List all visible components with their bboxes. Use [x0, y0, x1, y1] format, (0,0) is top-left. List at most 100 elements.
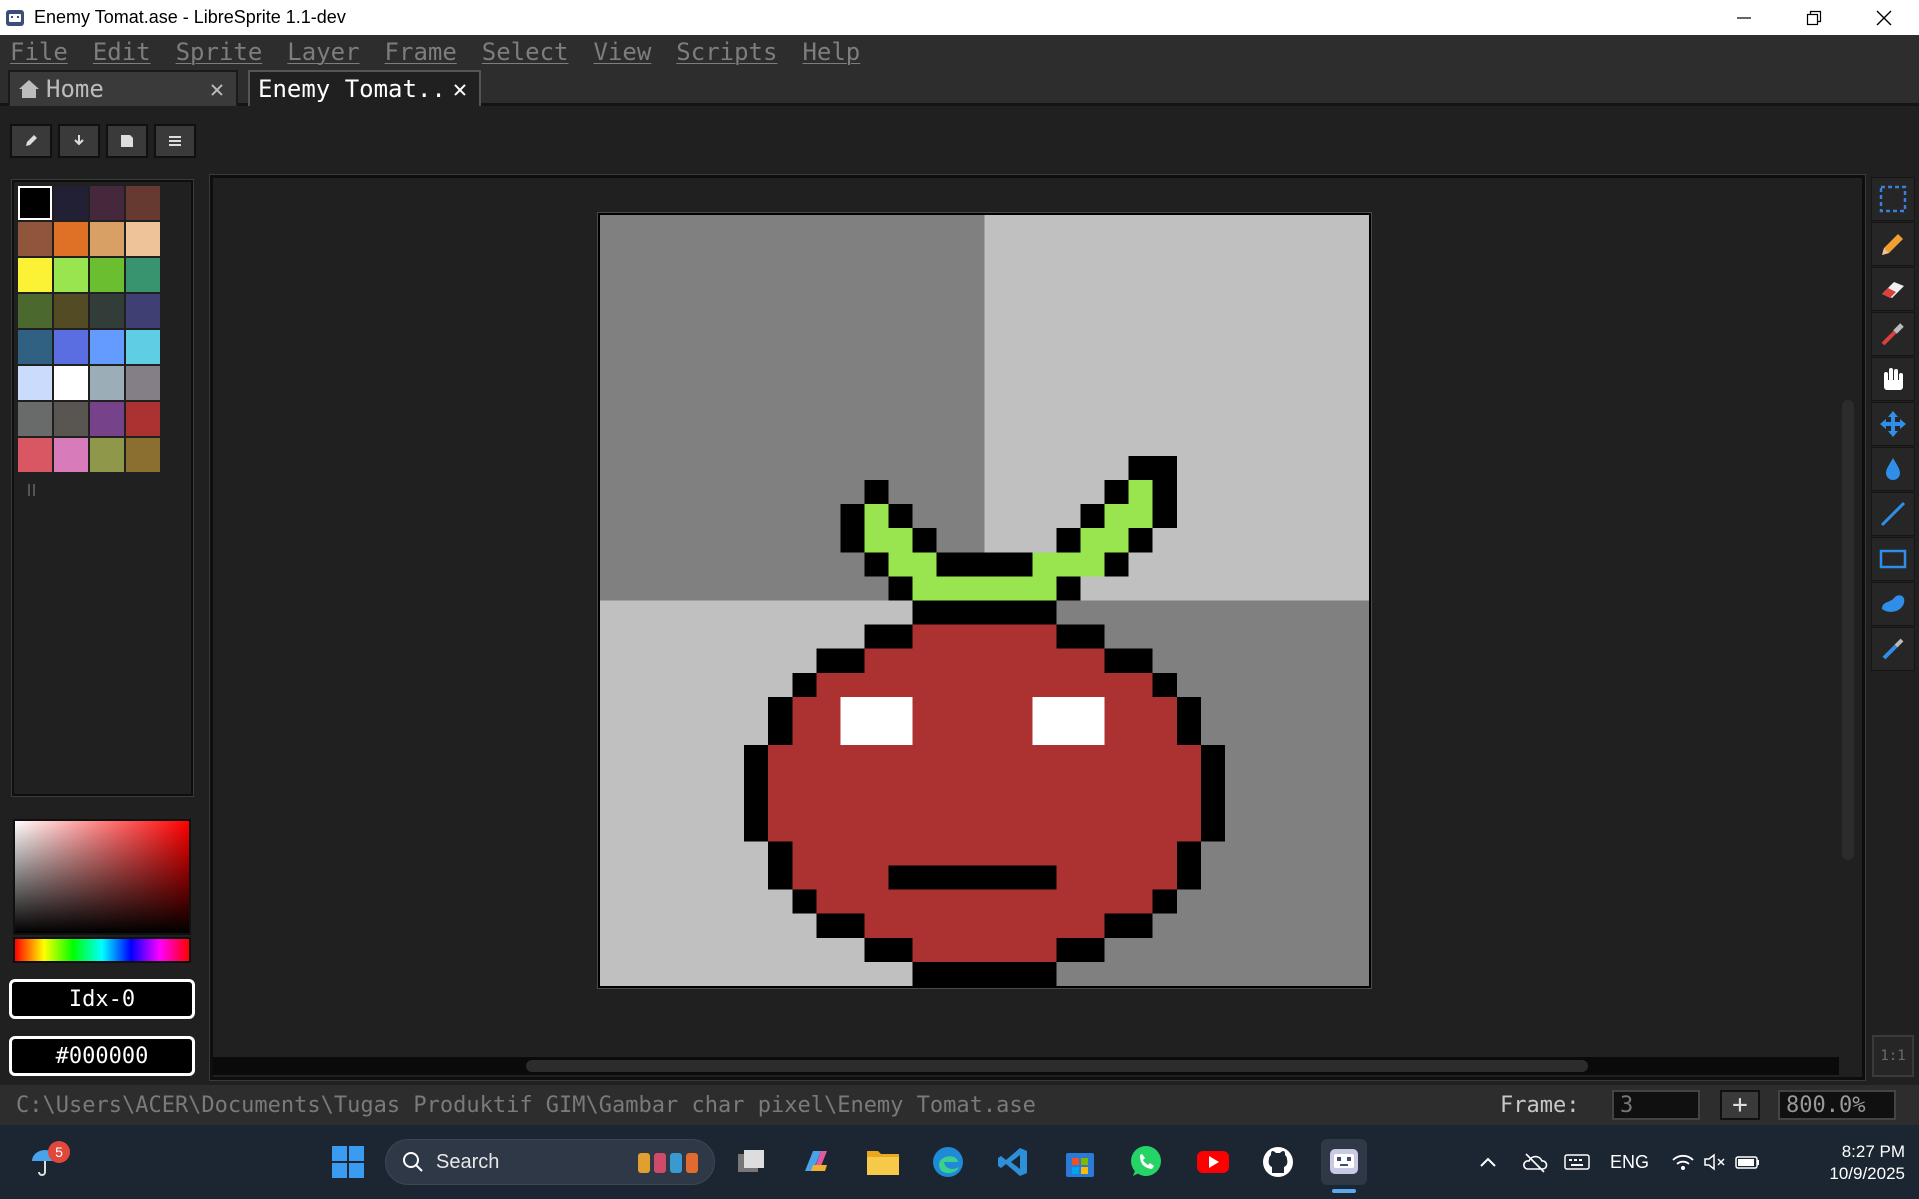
palette-swatch[interactable] [54, 222, 88, 256]
palette-swatch[interactable] [18, 366, 52, 400]
ms-store-button[interactable] [1057, 1139, 1103, 1185]
color-index-field[interactable]: Idx-0 [9, 979, 195, 1019]
libresprite-taskbar-button[interactable] [1321, 1139, 1367, 1185]
battery-icon[interactable] [1735, 1152, 1761, 1172]
palette-swatch[interactable] [54, 402, 88, 436]
palette-swatch[interactable] [90, 402, 124, 436]
edge-button[interactable] [925, 1139, 971, 1185]
palette-swatch[interactable] [90, 186, 124, 220]
menu-scripts[interactable]: Scripts [676, 38, 777, 66]
hue-slider[interactable] [13, 937, 191, 963]
restore-button[interactable] [1779, 0, 1849, 35]
frame-input[interactable]: 3 [1612, 1090, 1700, 1120]
line-tool-button[interactable] [1871, 492, 1915, 536]
hand-tool-button[interactable] [1871, 357, 1915, 401]
taskbar-search[interactable]: Search [385, 1139, 715, 1185]
palette-swatch[interactable] [90, 366, 124, 400]
palette-swatch[interactable] [90, 222, 124, 256]
palette-swatch[interactable] [18, 258, 52, 292]
eraser-tool-button[interactable] [1871, 267, 1915, 311]
palette-swatch[interactable] [54, 438, 88, 472]
palette-swatch[interactable] [18, 438, 52, 472]
menu-edit[interactable]: Edit [93, 38, 151, 66]
sprite-pixel-run [1176, 720, 1201, 746]
palette-swatch[interactable] [126, 402, 160, 436]
vscode-button[interactable] [990, 1139, 1036, 1185]
frame-label: Frame: [1500, 1092, 1580, 1118]
palette-swatch[interactable] [18, 402, 52, 436]
palette-swatch[interactable] [126, 438, 160, 472]
vertical-scrollbar[interactable] [1842, 400, 1854, 860]
tab-home-close-icon[interactable]: ✕ [206, 75, 228, 103]
task-view-button[interactable] [728, 1139, 774, 1185]
sprite-pixel-run [768, 745, 1201, 770]
palette-swatch[interactable] [18, 294, 52, 328]
menu-file[interactable]: File [10, 38, 68, 66]
add-frame-button[interactable]: + [1720, 1090, 1760, 1120]
pencil-tool-button[interactable] [1871, 222, 1915, 266]
move-tool-button[interactable] [1871, 402, 1915, 446]
color-hex-field[interactable]: #000000 [9, 1036, 195, 1076]
wifi-icon[interactable] [1671, 1152, 1695, 1172]
sprite-pixel-run [816, 648, 865, 673]
ratio-button[interactable]: 1:1 [1872, 1035, 1914, 1077]
bucket-tool-button[interactable] [1871, 447, 1915, 491]
save-palette-button[interactable] [106, 124, 148, 158]
palette-swatch[interactable] [90, 294, 124, 328]
chevron-up-icon[interactable] [1478, 1152, 1498, 1172]
menu-frame[interactable]: Frame [385, 38, 457, 66]
menu-sprite[interactable]: Sprite [176, 38, 263, 66]
horizontal-scrollbar[interactable] [526, 1060, 1588, 1072]
palette-swatch[interactable] [54, 294, 88, 328]
palette-swatch[interactable] [126, 330, 160, 364]
zoom-field[interactable]: 800.0% [1778, 1090, 1896, 1120]
minimize-button[interactable] [1709, 0, 1779, 35]
spray-tool-button[interactable] [1871, 627, 1915, 671]
sprite-canvas[interactable] [597, 212, 1372, 989]
palette-swatch[interactable] [54, 258, 88, 292]
language-indicator[interactable]: ENG [1610, 1152, 1649, 1173]
palette-swatch[interactable] [18, 222, 52, 256]
palette-swatch[interactable] [126, 366, 160, 400]
palette-swatch[interactable] [126, 258, 160, 292]
github-button[interactable] [1255, 1139, 1301, 1185]
load-palette-button[interactable] [58, 124, 100, 158]
palette-swatch[interactable] [90, 258, 124, 292]
palette-resize-handle-icon[interactable] [27, 482, 37, 498]
tab-enemy-tomat[interactable]: Enemy Tomat.. ✕ [248, 70, 481, 106]
rectangle-tool-button[interactable] [1871, 537, 1915, 581]
clock[interactable]: 8:27 PM 10/9/2025 [1800, 1141, 1905, 1185]
palette-swatch[interactable] [126, 294, 160, 328]
palette-swatch[interactable] [18, 330, 52, 364]
palette-swatch[interactable] [90, 438, 124, 472]
palette-swatch[interactable] [126, 186, 160, 220]
saturation-value-picker[interactable] [13, 819, 191, 935]
palette-swatch[interactable] [126, 222, 160, 256]
file-explorer-button[interactable] [860, 1139, 906, 1185]
volume-muted-icon[interactable] [1703, 1152, 1727, 1172]
rectangle-icon [1879, 549, 1907, 569]
tab-home[interactable]: Home ✕ [8, 70, 238, 106]
keyboard-icon[interactable] [1564, 1152, 1590, 1172]
copilot-button[interactable] [793, 1139, 839, 1185]
menu-view[interactable]: View [594, 38, 652, 66]
onedrive-offline-icon[interactable] [1522, 1151, 1548, 1173]
menu-select[interactable]: Select [482, 38, 569, 66]
edit-palette-button[interactable] [10, 124, 52, 158]
eyedropper-tool-button[interactable] [1871, 312, 1915, 356]
tab-enemy-tomat-close-icon[interactable]: ✕ [449, 75, 471, 103]
menu-help[interactable]: Help [802, 38, 860, 66]
palette-swatch[interactable] [54, 366, 88, 400]
palette-options-button[interactable] [154, 124, 196, 158]
marquee-tool-button[interactable] [1871, 177, 1915, 221]
palette-swatch[interactable] [18, 186, 52, 220]
close-window-button[interactable] [1849, 0, 1919, 35]
whatsapp-button[interactable] [1123, 1139, 1169, 1185]
contour-tool-button[interactable] [1871, 582, 1915, 626]
palette-swatch[interactable] [54, 330, 88, 364]
start-button[interactable] [325, 1139, 371, 1185]
palette-swatch[interactable] [54, 186, 88, 220]
youtube-button[interactable] [1190, 1139, 1236, 1185]
palette-swatch[interactable] [90, 330, 124, 364]
menu-layer[interactable]: Layer [287, 38, 359, 66]
